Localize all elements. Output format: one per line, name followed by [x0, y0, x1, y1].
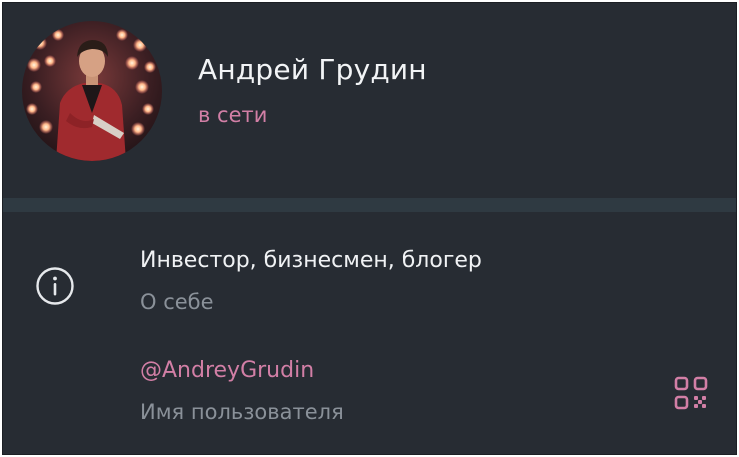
avatar[interactable]	[22, 21, 162, 161]
section-divider	[3, 198, 736, 212]
qr-code-icon	[674, 376, 708, 410]
qr-code-button[interactable]	[673, 375, 709, 411]
info-icon	[35, 266, 75, 306]
profile-name: Андрей Грудин	[198, 53, 427, 86]
profile-header: Андрей Грудин в сети	[3, 3, 736, 198]
avatar-photo	[22, 21, 162, 161]
bio-text[interactable]: Инвестор, бизнесмен, блогер	[140, 248, 482, 273]
profile-window: Андрей Грудин в сети Инвестор, бизнесмен…	[2, 2, 737, 455]
bio-caption: О себе	[140, 290, 214, 314]
profile-info-section: Инвестор, бизнесмен, блогер О себе @Andr…	[3, 212, 736, 454]
username-caption: Имя пользователя	[140, 400, 344, 424]
username-link[interactable]: @AndreyGrudin	[140, 358, 314, 383]
online-status: в сети	[198, 103, 268, 127]
